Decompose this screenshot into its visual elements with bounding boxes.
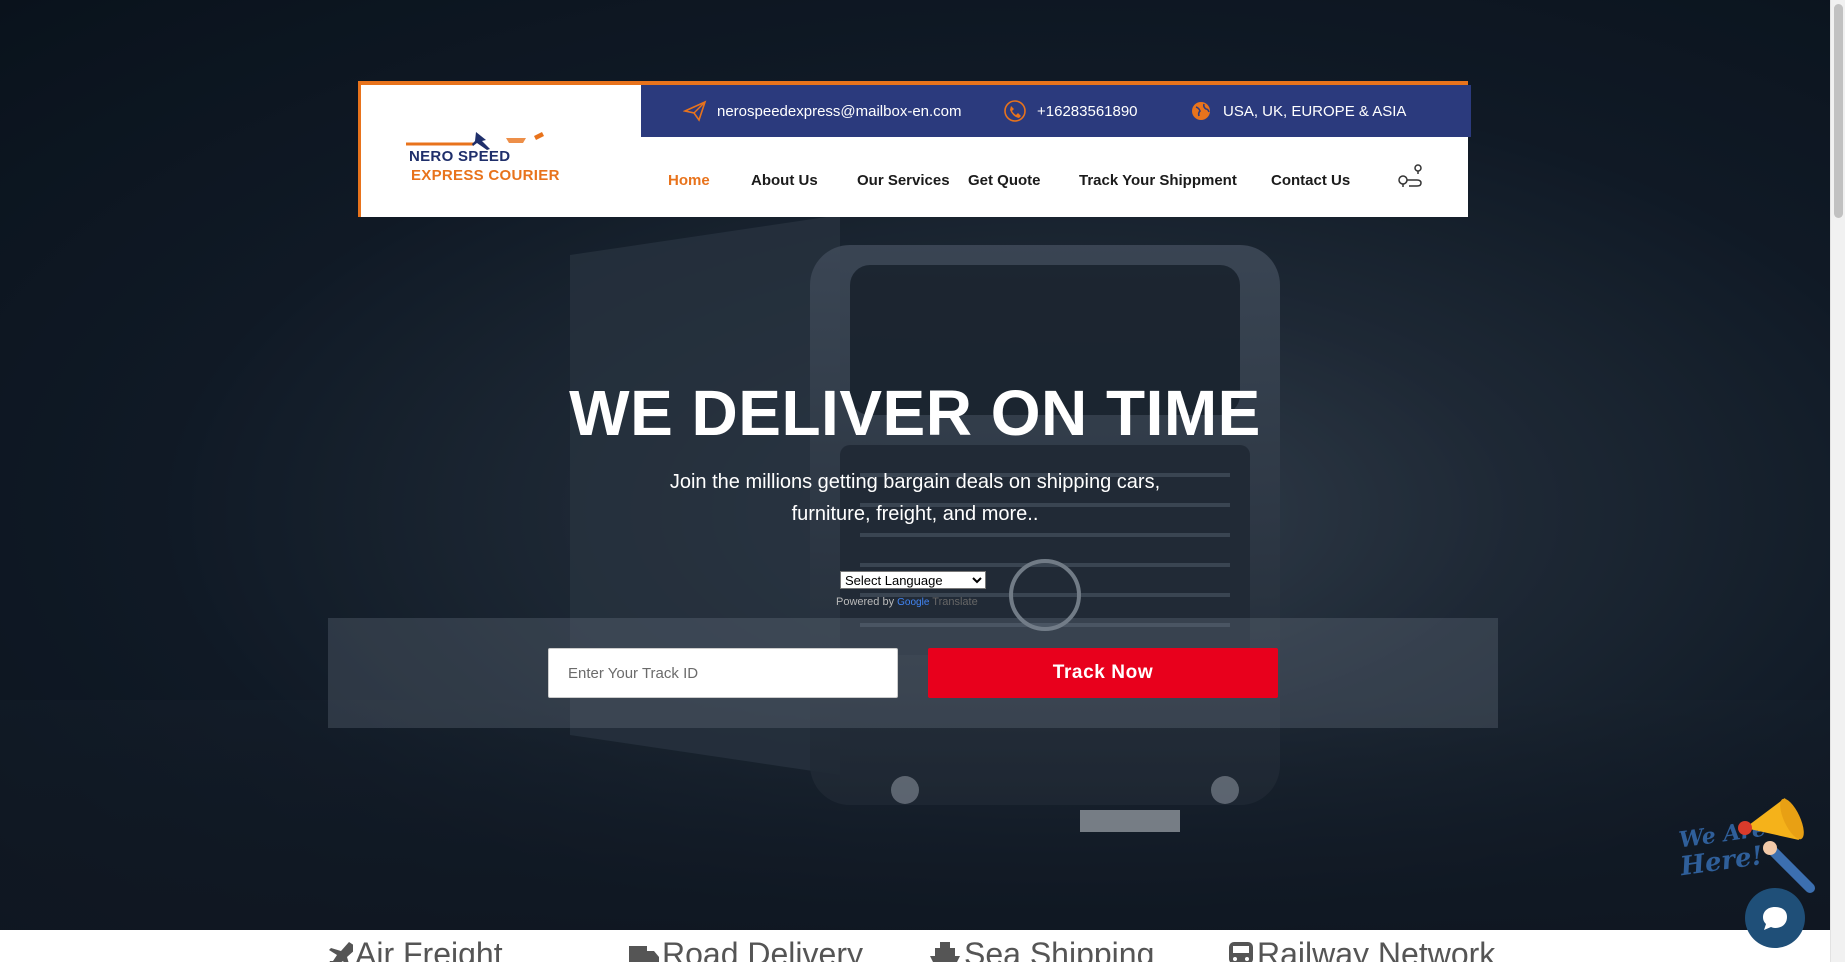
- service-railway-network[interactable]: Railway Network: [1227, 936, 1495, 962]
- powered-by-label: Powered by: [836, 596, 895, 608]
- service-label: Air Freight: [355, 936, 503, 962]
- chat-bubble-icon: [1763, 907, 1787, 930]
- phone-icon: [1004, 100, 1026, 122]
- send-icon: [683, 100, 707, 122]
- nav-home[interactable]: Home: [668, 172, 710, 189]
- regions-text: USA, UK, EUROPE & ASIA: [1223, 102, 1407, 120]
- service-label: Road Delivery: [662, 936, 863, 962]
- main-nav: Home About Us Our Services Get Quote Tra…: [641, 137, 1471, 221]
- hero-subtitle-line1: Join the millions getting bargain deals …: [669, 471, 1161, 493]
- ship-icon: [930, 941, 960, 962]
- globe-icon: [1192, 102, 1210, 120]
- powered-by-google-translate: Powered by Google Translate: [836, 596, 978, 608]
- service-road-delivery[interactable]: Road Delivery: [628, 936, 863, 962]
- nav-contact-us[interactable]: Contact Us: [1271, 172, 1350, 189]
- track-band: [328, 618, 1498, 728]
- logo-text-line2: EXPRESS COURIER: [411, 167, 560, 184]
- google-logo: Google: [897, 597, 930, 608]
- topbar-regions: USA, UK, EUROPE & ASIA: [1189, 100, 1406, 122]
- email-text: nerospeedexpress@mailbox-en.com: [717, 102, 962, 120]
- service-label: Railway Network: [1257, 936, 1496, 962]
- page-scrollbar[interactable]: [1830, 0, 1845, 962]
- hero-subtitle-line2: furniture, freight, and more..: [791, 503, 1039, 525]
- site-header: NERO SPEED EXPRESS COURIER nerospeedexpr…: [358, 81, 1471, 217]
- services-strip: Air Freight Road Delivery Sea Shipping R…: [0, 930, 1830, 962]
- topbar-phone[interactable]: +16283561890: [1003, 100, 1138, 122]
- service-sea-shipping[interactable]: Sea Shipping: [928, 936, 1154, 962]
- track-now-button[interactable]: Track Now: [928, 648, 1278, 698]
- nav-our-services[interactable]: Our Services: [857, 172, 950, 189]
- contact-topbar: nerospeedexpress@mailbox-en.com +1628356…: [641, 85, 1471, 137]
- plane-icon: [329, 941, 353, 962]
- chat-button[interactable]: [1745, 888, 1805, 948]
- translate-link[interactable]: Translate: [932, 596, 977, 608]
- truck-icon: [629, 945, 659, 962]
- train-icon: [1229, 941, 1253, 962]
- scrollbar-thumb[interactable]: [1834, 4, 1843, 218]
- nav-get-quote[interactable]: Get Quote: [968, 172, 1041, 189]
- track-id-input[interactable]: [548, 648, 898, 698]
- service-air-freight[interactable]: Air Freight: [327, 936, 503, 962]
- logo-text-line1: NERO SPEED: [409, 148, 511, 165]
- megaphone-icon[interactable]: We Are Here!: [1675, 788, 1825, 898]
- nav-track-shipment[interactable]: Track Your Shippment: [1079, 172, 1237, 189]
- hero-title: WE DELIVER ON TIME: [569, 377, 1261, 449]
- phone-text: +16283561890: [1037, 102, 1138, 120]
- nav-about-us[interactable]: About Us: [751, 172, 818, 189]
- service-label: Sea Shipping: [964, 936, 1155, 962]
- location-route-icon[interactable]: [1396, 162, 1426, 192]
- hero-subtitle: Join the millions getting bargain deals …: [0, 466, 1830, 530]
- language-select[interactable]: Select Language: [840, 571, 986, 589]
- topbar-email[interactable]: nerospeedexpress@mailbox-en.com: [683, 100, 962, 122]
